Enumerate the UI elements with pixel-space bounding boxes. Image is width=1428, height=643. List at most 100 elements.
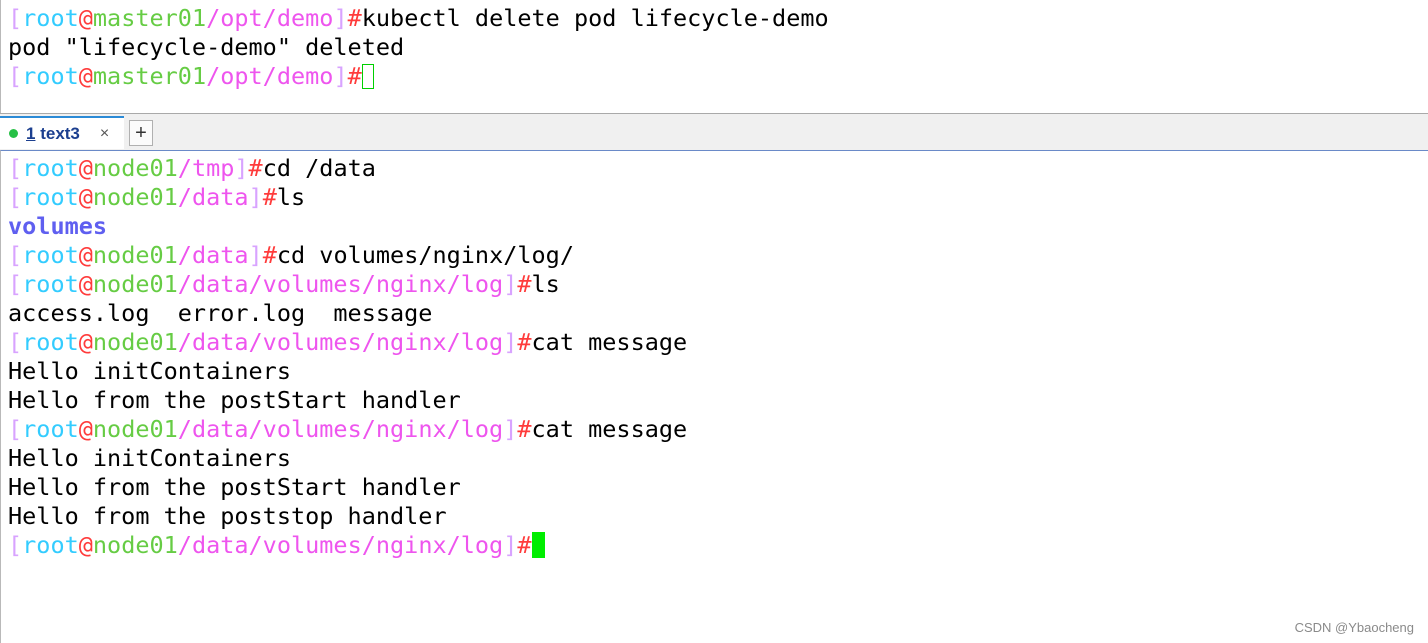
prompt-user: root (22, 183, 79, 211)
prompt-host: master01 (92, 4, 207, 32)
output-line: Hello from the poststop handler (8, 502, 687, 531)
prompt-line: [root@master01/opt/demo]#kubectl delete … (8, 4, 829, 33)
output-line: Hello from the postStart handler (8, 473, 687, 502)
output-text: Hello initContainers (8, 444, 291, 472)
prompt-hash: # (347, 62, 362, 90)
prompt-path: /tmp (177, 154, 235, 182)
prompt-line: [root@node01/tmp]#cd /data (8, 154, 687, 183)
prompt-path: /data/volumes/nginx/log (177, 270, 504, 298)
prompt-line: [root@node01/data]#ls (8, 183, 687, 212)
prompt-bracket-close: ] (333, 62, 348, 90)
prompt-path: /data (177, 241, 249, 269)
prompt-bracket-open: [ (8, 531, 23, 559)
prompt-host: node01 (92, 270, 178, 298)
output-text: Hello from the postStart handler (8, 473, 461, 501)
tab-number: 1 (26, 123, 36, 143)
close-icon[interactable]: × (100, 125, 109, 143)
prompt-host: node01 (92, 183, 178, 211)
prompt-hash: # (517, 328, 532, 356)
prompt-bracket-open: [ (8, 154, 23, 182)
prompt-bracket-open: [ (8, 328, 23, 356)
prompt-hash: # (517, 415, 532, 443)
top-terminal-pane[interactable]: [root@master01/opt/demo]#kubectl delete … (0, 0, 1428, 113)
prompt-at: @ (78, 531, 93, 559)
prompt-bracket-open: [ (8, 241, 23, 269)
command-text: cd /data (262, 154, 376, 182)
prompt-at: @ (78, 183, 93, 211)
prompt-at: @ (78, 328, 93, 356)
prompt-host: master01 (92, 62, 207, 90)
prompt-user: root (22, 241, 79, 269)
prompt-at: @ (78, 62, 93, 90)
bottom-terminal-pane[interactable]: [root@node01/tmp]#cd /data [root@node01/d… (0, 150, 1428, 643)
prompt-host: node01 (92, 531, 178, 559)
prompt-hash: # (517, 531, 532, 559)
prompt-line: [root@node01/data/volumes/nginx/log]#ls (8, 270, 687, 299)
command-text: cd volumes/nginx/log/ (276, 241, 574, 269)
prompt-bracket-open: [ (8, 62, 23, 90)
command-text: cat message (531, 328, 688, 356)
prompt-host: node01 (92, 154, 178, 182)
prompt-bracket-open: [ (8, 183, 23, 211)
prompt-line: [root@node01/data/volumes/nginx/log]#cat… (8, 328, 687, 357)
command-text: ls (276, 183, 306, 211)
prompt-host: node01 (92, 328, 178, 356)
prompt-user: root (22, 531, 79, 559)
prompt-user: root (22, 415, 79, 443)
output-text: access.log error.log message (8, 299, 433, 327)
output-line: Hello initContainers (8, 357, 687, 386)
prompt-user: root (22, 154, 79, 182)
prompt-bracket-close: ] (503, 531, 518, 559)
prompt-path: /data (177, 183, 249, 211)
text-cursor (531, 532, 545, 558)
prompt-bracket-close: ] (503, 270, 518, 298)
prompt-at: @ (78, 415, 93, 443)
prompt-host: node01 (92, 415, 178, 443)
prompt-hash: # (248, 154, 263, 182)
tab-title: 1 text3 (26, 124, 80, 144)
new-tab-button[interactable]: + (129, 120, 153, 146)
watermark: CSDN @Ybaocheng (1294, 620, 1414, 635)
command-text: kubectl delete pod lifecycle-demo (361, 4, 829, 32)
prompt-at: @ (78, 154, 93, 182)
prompt-hash: # (347, 4, 362, 32)
prompt-hash: # (262, 183, 277, 211)
prompt-user: root (22, 270, 79, 298)
prompt-bracket-open: [ (8, 415, 23, 443)
prompt-user: root (22, 62, 79, 90)
output-text: Hello from the postStart handler (8, 386, 461, 414)
prompt-hash: # (262, 241, 277, 269)
output-line: access.log error.log message (8, 299, 687, 328)
command-text: ls (531, 270, 560, 298)
prompt-path: /opt/demo (206, 4, 334, 32)
prompt-path: /data/volumes/nginx/log (177, 328, 504, 356)
prompt-path: /data/volumes/nginx/log (177, 415, 504, 443)
command-text: cat message (531, 415, 688, 443)
prompt-hash: # (517, 270, 532, 298)
prompt-host: node01 (92, 241, 178, 269)
prompt-user: root (22, 328, 79, 356)
prompt-bracket-open: [ (8, 270, 23, 298)
prompt-line: [root@node01/data]#cd volumes/nginx/log/ (8, 241, 687, 270)
output-text: Hello initContainers (8, 357, 291, 385)
terminal-output: [root@master01/opt/demo]#kubectl delete … (8, 4, 829, 91)
prompt-line: [root@node01/data/volumes/nginx/log]#cat… (8, 415, 687, 444)
session-tab-bar: 1 text3 × + (0, 113, 1428, 150)
output-line: Hello from the postStart handler (8, 386, 687, 415)
directory-listing-line: volumes (8, 212, 687, 241)
prompt-bracket-open: [ (8, 4, 23, 32)
prompt-bracket-close: ] (503, 328, 518, 356)
prompt-bracket-close: ] (248, 241, 263, 269)
text-cursor (361, 64, 374, 89)
prompt-line: [root@master01/opt/demo]# (8, 62, 829, 91)
output-text: pod "lifecycle-demo" deleted (8, 33, 405, 61)
output-line: pod "lifecycle-demo" deleted (8, 33, 829, 62)
prompt-bracket-close: ] (333, 4, 348, 32)
prompt-user: root (22, 4, 79, 32)
output-line: Hello initContainers (8, 444, 687, 473)
connected-status-icon (9, 129, 18, 138)
tab-label: text3 (40, 123, 80, 143)
tab-text3[interactable]: 1 text3 × (0, 116, 124, 149)
prompt-at: @ (78, 270, 93, 298)
prompt-bracket-close: ] (248, 183, 263, 211)
